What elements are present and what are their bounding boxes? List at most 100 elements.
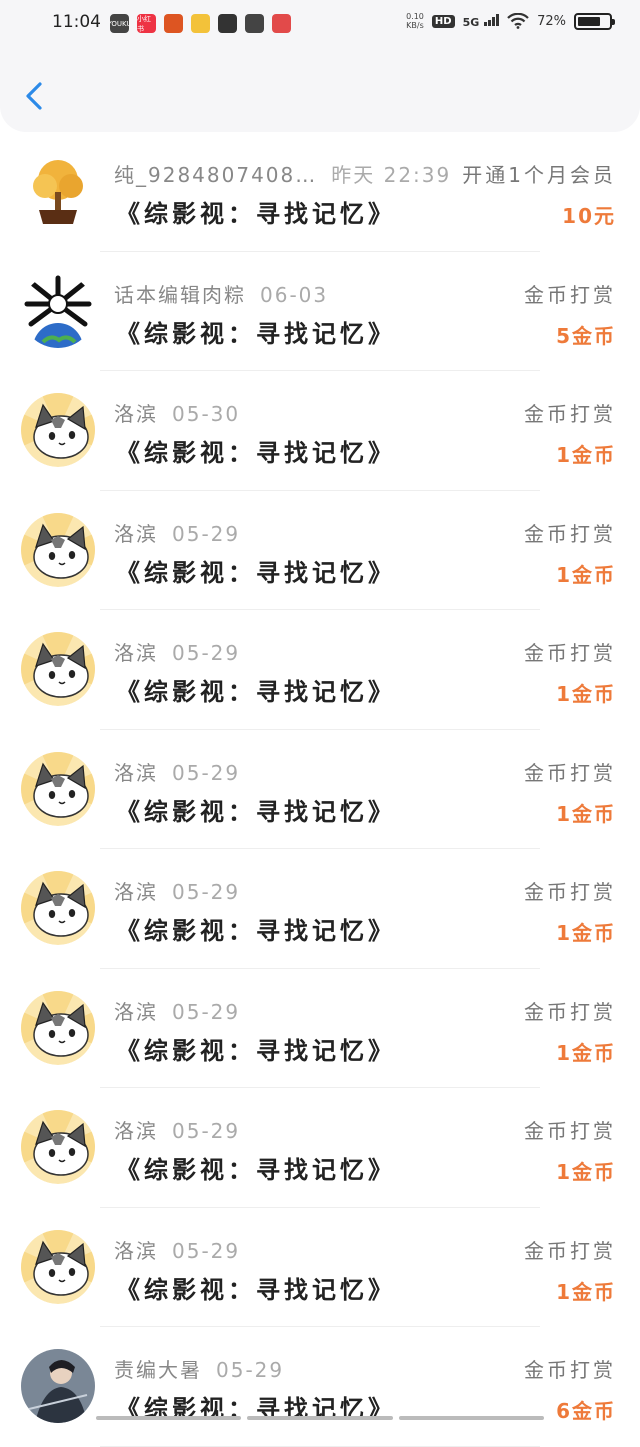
- record-date: 05-29: [172, 522, 240, 546]
- reward-type: 金币打赏: [524, 398, 616, 427]
- username: 洛滨: [114, 1119, 158, 1143]
- avatar[interactable]: [21, 752, 95, 826]
- record-meta: 洛滨05-29: [114, 518, 240, 547]
- book-title: 《综影视：寻找记忆》: [116, 553, 396, 588]
- reward-amount: 1金币: [556, 1276, 616, 1305]
- book-title: 《综影视：寻找记忆》: [116, 911, 396, 946]
- signal-icon: 5G: [463, 14, 500, 29]
- chevron-left-icon: [18, 76, 52, 116]
- username: 纯_9284807408…: [114, 163, 317, 187]
- book-title: 《综影视：寻找记忆》: [116, 1150, 396, 1185]
- record-meta: 洛滨 05-29: [114, 1235, 240, 1264]
- record-meta: 洛滨 05-29: [114, 1115, 240, 1144]
- book-title: 《综影视：寻找记忆》: [116, 1031, 396, 1066]
- avatar[interactable]: [21, 1110, 95, 1184]
- record-date: 昨天 22:39: [331, 163, 451, 187]
- record-date: 05-29: [172, 880, 240, 904]
- record-date: 06-03: [260, 283, 328, 307]
- reward-amount: 1金币: [556, 678, 616, 707]
- record-date: 05-29: [172, 1000, 240, 1024]
- record-date: 05-29: [216, 1358, 284, 1382]
- book-title: 《综影视：寻找记忆》: [116, 314, 396, 349]
- username: 洛滨: [114, 402, 158, 426]
- row-divider: [100, 1446, 540, 1447]
- reward-record-row[interactable]: 洛滨 05-29 金币打赏《综影视：寻找记忆》 1金币: [0, 1208, 640, 1328]
- reward-record-row[interactable]: 话本编辑肉粽06-03金币打赏《综影视：寻找记忆》5金币: [0, 252, 640, 372]
- username: 责编大暑: [114, 1358, 202, 1382]
- reward-record-row[interactable]: 洛滨05-29 金币打赏《综影视：寻找记忆》 1金币: [0, 491, 640, 611]
- reward-amount: 1金币: [556, 1037, 616, 1066]
- avatar[interactable]: [21, 991, 95, 1065]
- avatar[interactable]: [21, 154, 95, 228]
- game-app-icon: [164, 14, 183, 33]
- reward-type: 金币打赏: [524, 1235, 616, 1264]
- record-meta: 洛滨05-29: [114, 996, 240, 1025]
- username: 话本编辑肉粽: [114, 283, 246, 307]
- record-meta: 洛滨05-29: [114, 757, 240, 786]
- record-meta: 责编大暑 05-29: [114, 1354, 284, 1383]
- record-date: 05-29: [172, 761, 240, 785]
- reward-record-row[interactable]: 洛滨 05-30 金币打赏《综影视：寻找记忆》 1金币: [0, 371, 640, 491]
- avatar[interactable]: [21, 513, 95, 587]
- avatar[interactable]: [21, 871, 95, 945]
- reward-record-row[interactable]: 洛滨05-29 金币打赏《综影视：寻找记忆》 1金币: [0, 969, 640, 1089]
- reward-amount: 6金币: [556, 1395, 616, 1424]
- reward-amount: 1金币: [556, 439, 616, 468]
- reward-type: 金币打赏: [524, 996, 616, 1025]
- status-bar: 11:04 YOUKU小红书 0.10 KB/s HD 5G 72%: [0, 0, 640, 50]
- network-speed-unit: KB/s: [406, 21, 424, 30]
- username: 洛滨: [114, 1239, 158, 1263]
- reward-type: 开通1个月会员: [462, 159, 616, 188]
- reward-type: 金币打赏: [524, 637, 616, 666]
- record-date: 05-29: [172, 1119, 240, 1143]
- back-button[interactable]: [18, 76, 52, 116]
- reward-amount: 1金币: [556, 798, 616, 827]
- battery-icon: [574, 13, 612, 30]
- reward-amount: 10元: [562, 200, 616, 229]
- reward-type: 金币打赏: [524, 518, 616, 547]
- reward-amount: 1金币: [556, 559, 616, 588]
- monkey-app-icon: [272, 14, 291, 33]
- reward-record-row[interactable]: 纯_9284807408… 昨天 22:39 开通1个月会员《综影视：寻找记忆》 10…: [0, 132, 640, 252]
- status-time: 11:04: [52, 12, 101, 32]
- nav-header: [0, 50, 640, 132]
- battery-percent: 72%: [537, 14, 566, 29]
- emoji-app-icon: [191, 14, 210, 33]
- avatar[interactable]: [21, 274, 95, 348]
- reward-type: 金币打赏: [524, 279, 616, 308]
- network-speed-value: 0.10: [406, 12, 424, 21]
- avatar[interactable]: [21, 1349, 95, 1423]
- book-title: 《综影视：寻找记忆》: [116, 194, 396, 229]
- record-date: 05-30: [172, 402, 240, 426]
- record-meta: 话本编辑肉粽 06-03: [114, 279, 328, 308]
- record-meta: 纯_9284807408… 昨天 22:39: [114, 159, 451, 188]
- xiaohongshu-icon: 小红书: [137, 14, 156, 33]
- reward-record-row[interactable]: 洛滨 05-29 金币打赏《综影视：寻找记忆》 1金币: [0, 610, 640, 730]
- book-title: 《综影视：寻找记忆》: [116, 433, 396, 468]
- reward-record-row[interactable]: 责编大暑05-29金币打赏《综影视：寻找记忆》6金币: [0, 1327, 640, 1447]
- record-date: 05-29: [172, 1239, 240, 1263]
- record-meta: 洛滨05-29: [114, 876, 240, 905]
- reward-record-list: 纯_9284807408… 昨天 22:39 开通1个月会员《综影视：寻找记忆》 10…: [0, 132, 640, 1447]
- book-title: 《综影视：寻找记忆》: [116, 1270, 396, 1305]
- wechat-icon: [245, 14, 264, 33]
- record-date: 05-29: [172, 641, 240, 665]
- reward-amount: 1金币: [556, 917, 616, 946]
- book-title: 《综影视：寻找记忆》: [116, 672, 396, 707]
- home-indicator: [96, 1416, 544, 1420]
- record-meta: 洛滨 05-30: [114, 398, 240, 427]
- avatar[interactable]: [21, 393, 95, 467]
- reward-type: 金币打赏: [524, 1354, 616, 1383]
- avatar[interactable]: [21, 632, 95, 706]
- notification-icons: YOUKU小红书: [110, 14, 291, 33]
- reward-record-row[interactable]: 洛滨05-29金币打赏《综影视：寻找记忆》1金币: [0, 849, 640, 969]
- reward-record-row[interactable]: 洛滨 05-29 金币打赏《综影视：寻找记忆》 1金币: [0, 1088, 640, 1208]
- reward-type: 金币打赏: [524, 757, 616, 786]
- username: 洛滨: [114, 641, 158, 665]
- reward-type: 金币打赏: [524, 1115, 616, 1144]
- hd-icon: HD: [432, 15, 455, 28]
- avatar[interactable]: [21, 1230, 95, 1304]
- reward-record-row[interactable]: 洛滨05-29金币打赏《综影视：寻找记忆》1金币: [0, 730, 640, 850]
- network-speed: 0.10 KB/s: [406, 12, 424, 30]
- reward-amount: 1金币: [556, 1156, 616, 1185]
